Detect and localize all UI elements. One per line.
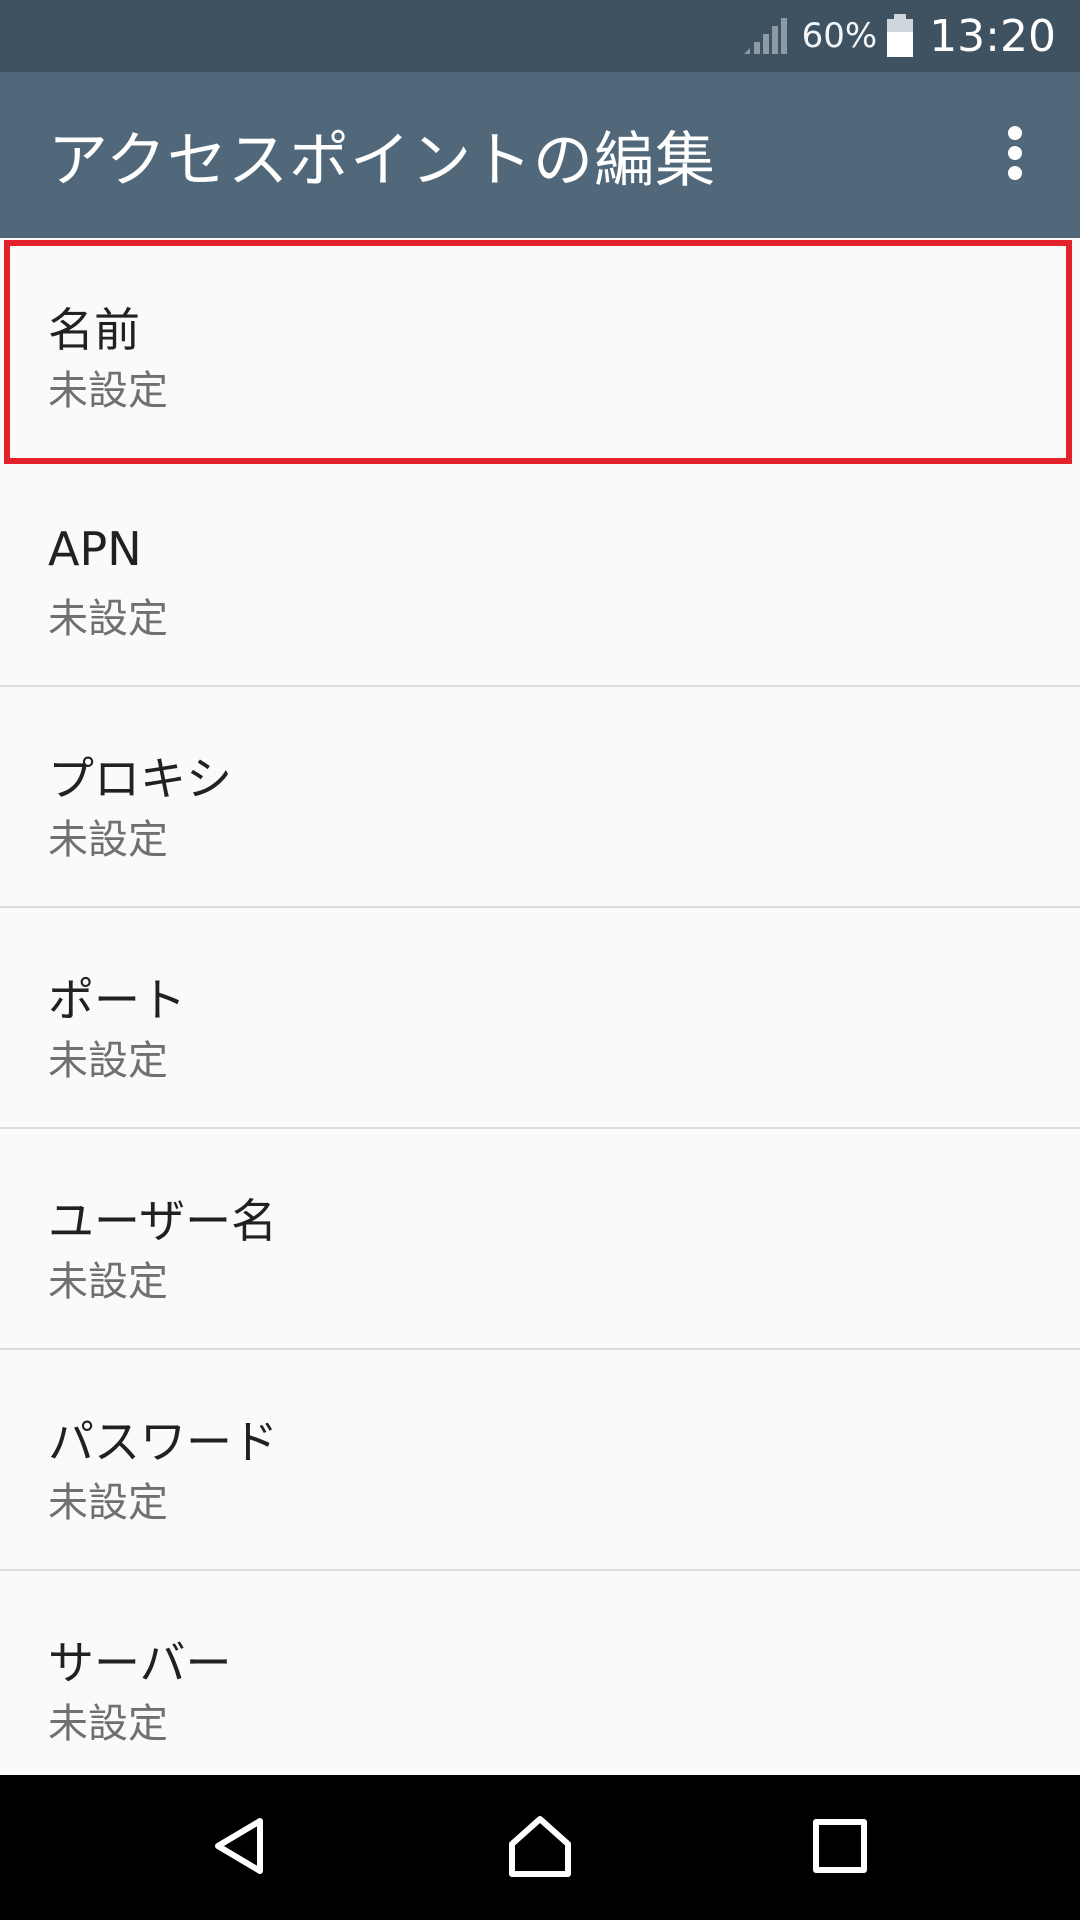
- cell-signal-icon: [742, 16, 788, 56]
- recents-square-icon: [812, 1818, 868, 1878]
- setting-item-server[interactable]: サーバー 未設定: [0, 1571, 1080, 1775]
- setting-summary: 未設定: [48, 1480, 168, 1526]
- setting-summary: 未設定: [48, 368, 168, 414]
- back-triangle-icon: [210, 1816, 270, 1880]
- setting-title: ユーザー名: [48, 1194, 278, 1248]
- setting-summary: 未設定: [48, 596, 168, 642]
- settings-list: 名前 未設定 APN 未設定 プロキシ 未設定 ポート 未設定 ユーザー名 未設…: [0, 238, 1080, 1775]
- setting-summary: 未設定: [48, 817, 168, 863]
- page-title: アクセスポイントの編集: [48, 125, 716, 196]
- setting-summary: 未設定: [48, 1038, 168, 1084]
- setting-title: 名前: [48, 303, 140, 357]
- setting-title: プロキシ: [48, 752, 232, 806]
- setting-item-password[interactable]: パスワード 未設定: [0, 1350, 1080, 1571]
- setting-title: サーバー: [48, 1636, 232, 1690]
- more-vert-icon: [1005, 123, 1025, 187]
- setting-item-proxy[interactable]: プロキシ 未設定: [0, 687, 1080, 908]
- setting-summary: 未設定: [48, 1259, 168, 1305]
- back-button[interactable]: [165, 1775, 315, 1920]
- screen: 60% 13:20 アクセスポイントの編集 名前 未設定 APN 未設定 プロキ…: [0, 0, 1080, 1920]
- app-bar: アクセスポイントの編集: [0, 72, 1080, 238]
- more-options-button[interactable]: [980, 110, 1050, 200]
- setting-title: ポート: [48, 973, 186, 1027]
- battery-percent: 60%: [801, 16, 878, 56]
- setting-title: APN: [48, 522, 142, 576]
- clock: 13:20: [929, 10, 1056, 62]
- battery-icon: [885, 14, 915, 58]
- navigation-bar: [0, 1775, 1080, 1920]
- home-button[interactable]: [465, 1775, 615, 1920]
- recents-button[interactable]: [765, 1775, 915, 1920]
- setting-title: パスワード: [48, 1415, 278, 1469]
- setting-summary: 未設定: [48, 1701, 168, 1747]
- setting-item-apn[interactable]: APN 未設定: [0, 466, 1080, 687]
- home-icon: [508, 1814, 572, 1882]
- status-bar: 60% 13:20: [0, 0, 1080, 72]
- highlight-frame: [4, 240, 1072, 464]
- setting-item-port[interactable]: ポート 未設定: [0, 908, 1080, 1129]
- setting-item-username[interactable]: ユーザー名 未設定: [0, 1129, 1080, 1350]
- setting-item-name[interactable]: 名前 未設定: [0, 238, 1080, 466]
